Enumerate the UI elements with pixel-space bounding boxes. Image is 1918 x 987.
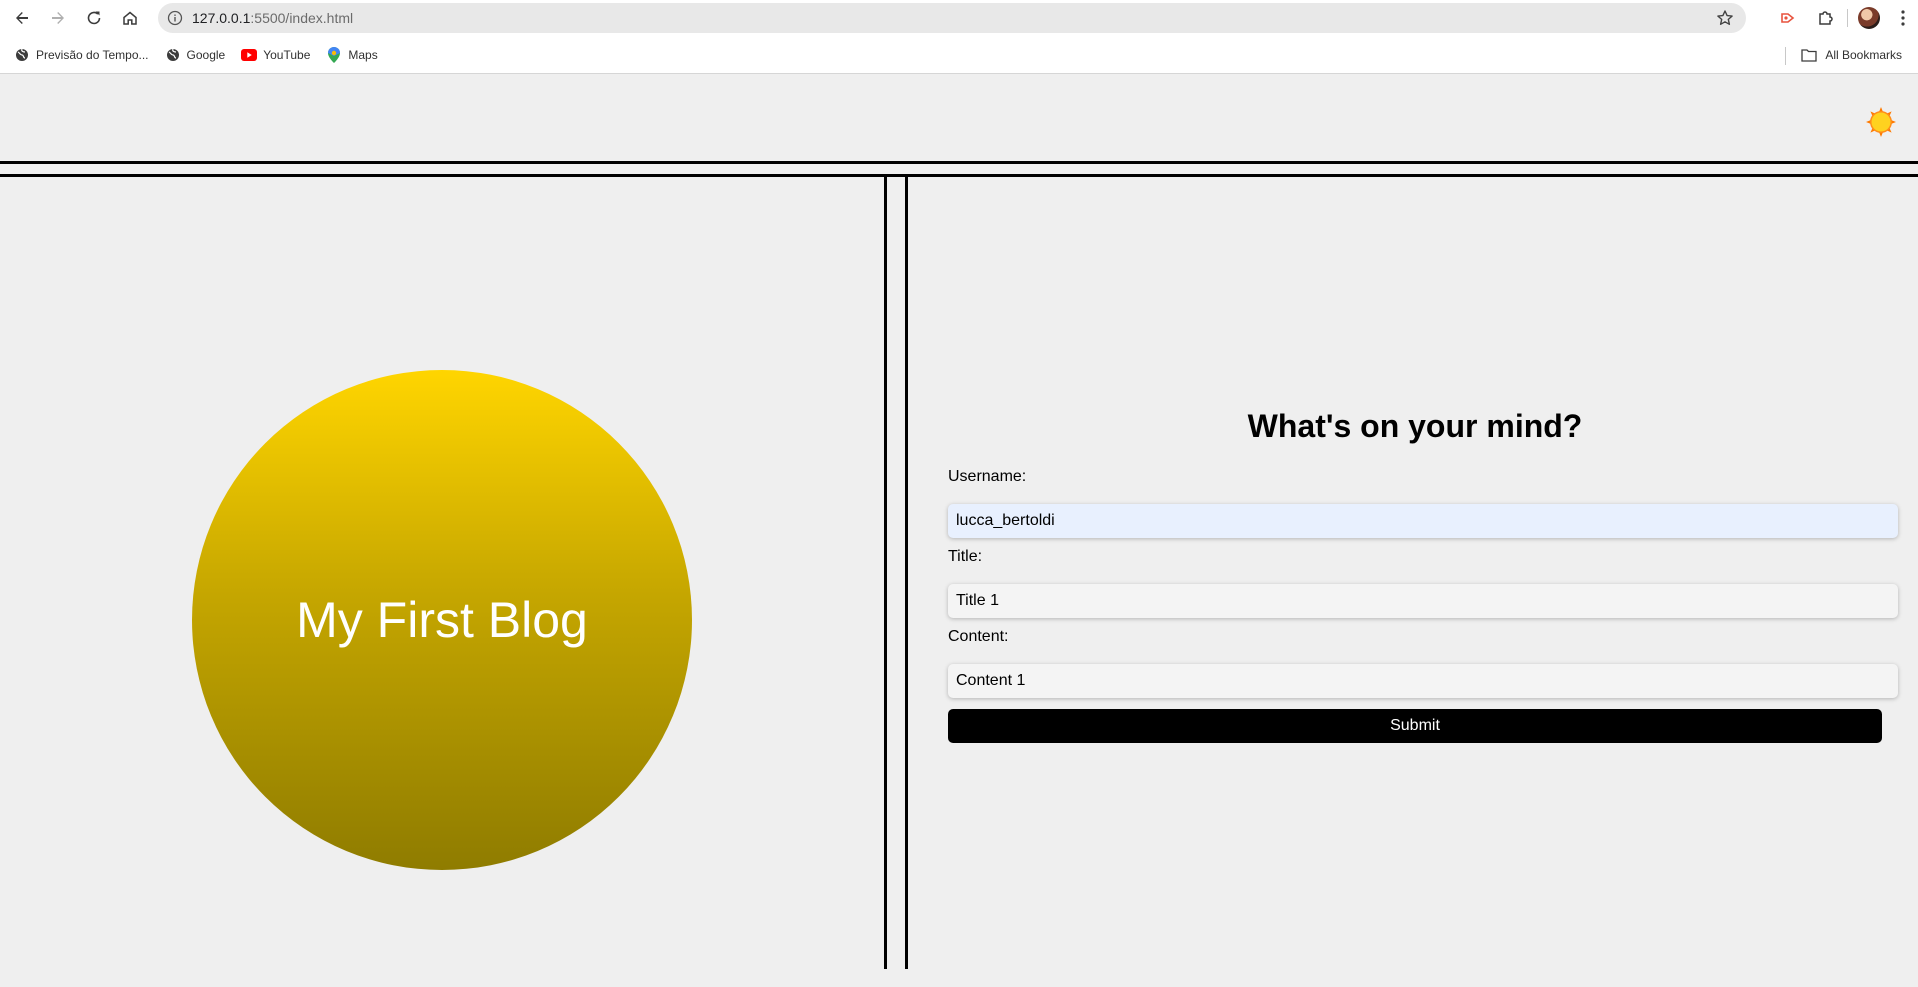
header-divider-top (0, 161, 1918, 164)
toolbar-actions (1769, 0, 1918, 36)
arrow-right-icon (52, 12, 64, 24)
forward-button[interactable] (40, 0, 76, 36)
extensions-button[interactable] (1807, 0, 1845, 36)
bookmark-previsao[interactable]: Previsão do Tempo... (6, 41, 157, 69)
bookmark-maps[interactable]: Maps (318, 41, 385, 69)
blog-hero-circle: My First Blog (192, 370, 692, 870)
column-divider-left (884, 177, 887, 969)
bookmark-label: Previsão do Tempo... (36, 47, 149, 62)
content-field[interactable] (948, 664, 1898, 698)
bookmark-label: YouTube (263, 47, 311, 62)
record-extension-icon (1781, 13, 1795, 23)
title-field[interactable] (948, 584, 1898, 618)
username-field[interactable] (948, 504, 1898, 538)
browser-toolbar: 127.0.0.1:5500/index.html (0, 0, 1918, 36)
bookmark-youtube[interactable]: YouTube (233, 41, 318, 69)
globe-icon (165, 47, 181, 63)
column-divider-right (905, 177, 908, 969)
reload-button[interactable] (76, 0, 112, 36)
content-label: Content: (948, 628, 1009, 645)
bookmark-star-icon[interactable] (1716, 9, 1734, 32)
bookmark-label: Maps (348, 47, 378, 62)
url-host: 127.0.0.1 (192, 10, 251, 26)
page-content: My First Blog What's on your mind? Usern… (0, 75, 1918, 987)
site-info-icon[interactable] (158, 10, 192, 26)
home-button[interactable] (112, 0, 148, 36)
home-icon (123, 11, 137, 25)
menu-button[interactable] (1888, 0, 1918, 36)
address-bar[interactable]: 127.0.0.1:5500/index.html (158, 3, 1746, 33)
maps-pin-icon (326, 46, 342, 63)
profile-button[interactable] (1850, 0, 1888, 36)
back-button[interactable] (4, 0, 40, 36)
youtube-icon (241, 47, 258, 63)
bookmark-label: Google (186, 47, 226, 62)
title-label: Title: (948, 548, 983, 565)
folder-icon (1801, 47, 1817, 63)
form-heading: What's on your mind? (1247, 408, 1583, 444)
username-label: Username: (948, 468, 1027, 485)
reload-icon (87, 11, 101, 25)
header-divider-bottom (0, 174, 1918, 177)
url-text: 127.0.0.1:5500/index.html (192, 10, 353, 26)
all-bookmarks-button[interactable]: All Bookmarks (1797, 41, 1906, 69)
extension-record-button[interactable] (1769, 0, 1807, 36)
toolbar-divider (1847, 9, 1848, 27)
all-bookmarks-label: All Bookmarks (1825, 48, 1902, 62)
theme-toggle-button[interactable] (1866, 107, 1896, 137)
bookmark-google[interactable]: Google (157, 41, 234, 69)
bookmarks-bar: Previsão do Tempo... Google YouTube Maps… (0, 36, 1918, 74)
avatar (1858, 7, 1880, 29)
globe-icon (14, 47, 30, 63)
sun-icon (1866, 107, 1896, 137)
kebab-menu-icon (1901, 10, 1905, 26)
puzzle-icon (1819, 11, 1833, 25)
blog-title: My First Blog (296, 592, 588, 648)
bookmarks-divider (1785, 47, 1786, 65)
arrow-left-icon (16, 12, 28, 24)
url-path: :5500/index.html (250, 10, 354, 26)
submit-button[interactable]: Submit (948, 709, 1882, 743)
